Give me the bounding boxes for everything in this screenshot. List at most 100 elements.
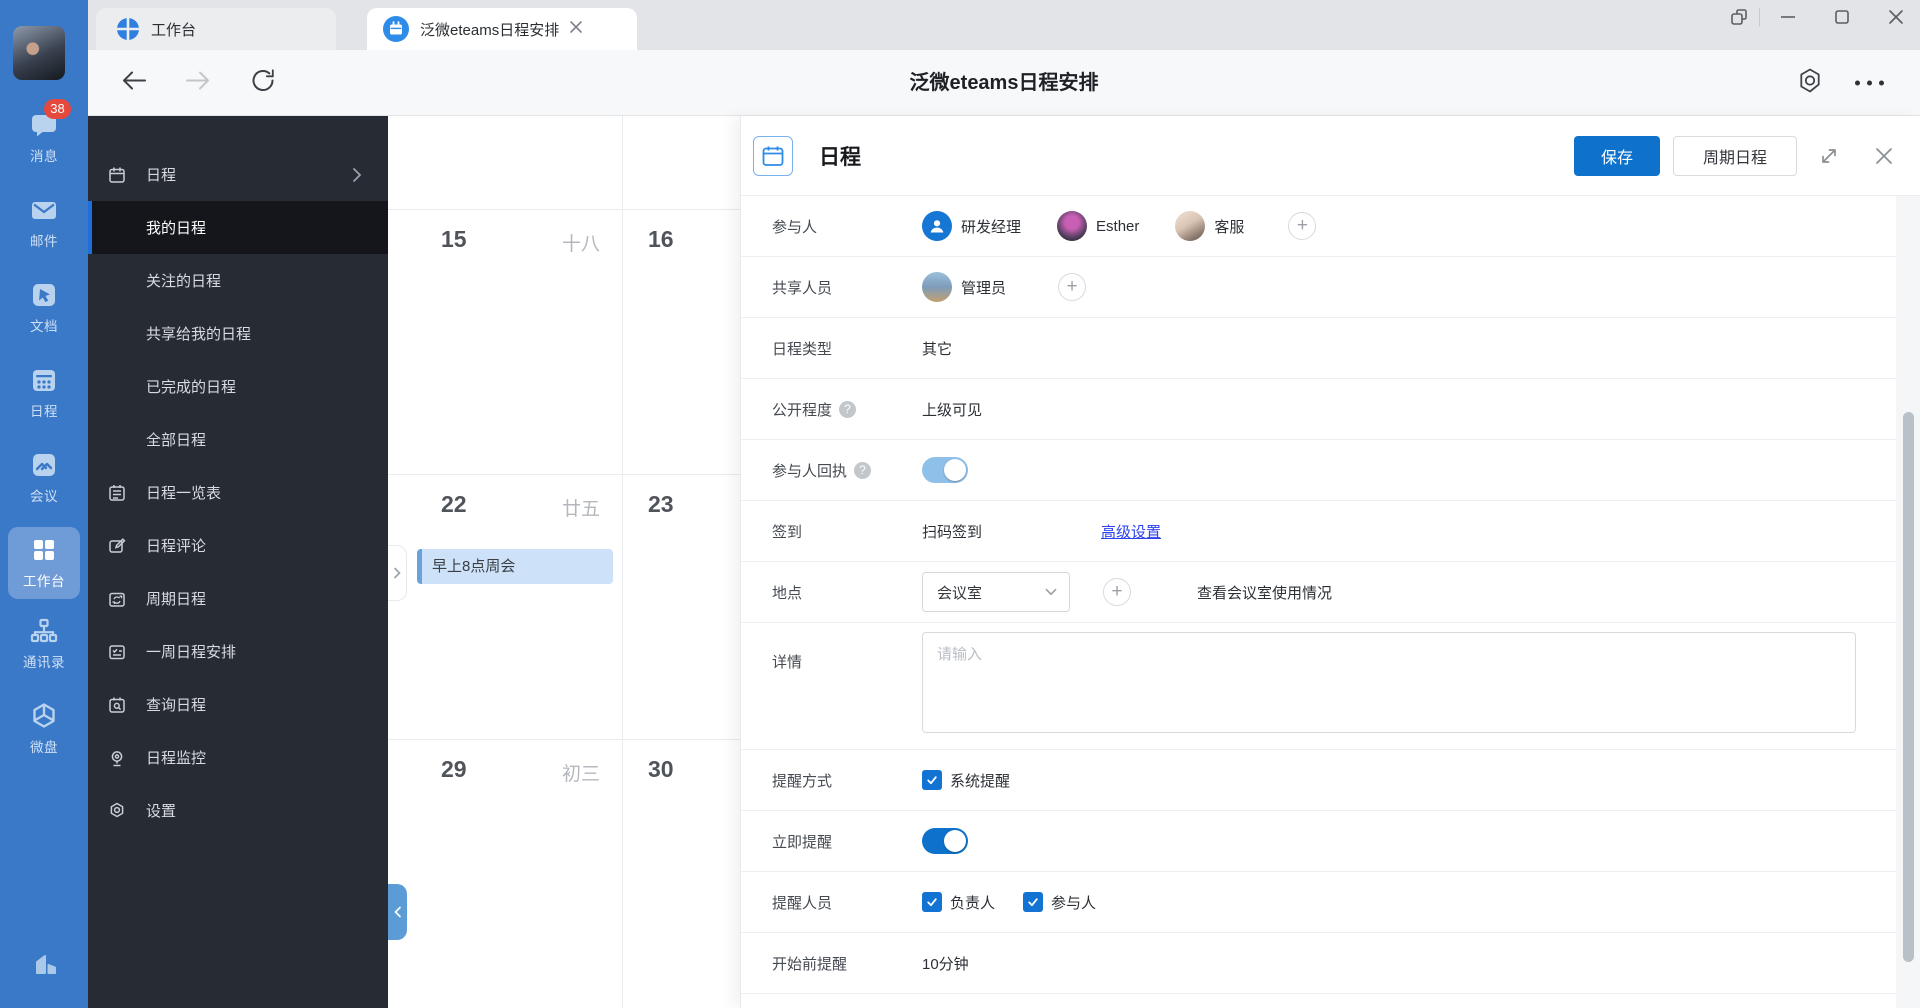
calendar-row[interactable]: 15 十八 16	[388, 210, 740, 475]
sidebar-item-query-schedule[interactable]: 查询日程	[88, 678, 388, 731]
rail-item-drive[interactable]: 微盘	[0, 701, 88, 756]
tab-label: 工作台	[151, 21, 197, 39]
visibility-value[interactable]: 上级可见	[922, 399, 982, 420]
form-row-remind-method: 提醒方式 系统提醒	[741, 750, 1920, 811]
sidebar-item-week-plan[interactable]: 一周日程安排	[88, 625, 388, 678]
org-chart-icon	[29, 616, 59, 646]
field-label: 公开程度	[772, 401, 833, 419]
sidebar-item-schedule-monitor[interactable]: 日程监控	[88, 731, 388, 784]
maximize-icon[interactable]	[1828, 3, 1856, 31]
popout-window-icon[interactable]	[1725, 3, 1753, 31]
form-row-remind-now: 立即提醒	[741, 811, 1920, 872]
details-input[interactable]	[922, 632, 1856, 733]
rail-item-mail[interactable]: 邮件	[0, 195, 88, 250]
owner-checkbox[interactable]: 负责人	[922, 892, 995, 913]
sidebar-item-settings[interactable]: 设置	[88, 784, 388, 837]
field-label: 地点	[772, 584, 803, 602]
sidebar-item-recurring-schedule[interactable]: 周期日程	[88, 572, 388, 625]
participant-chip[interactable]: Esther	[1057, 211, 1139, 241]
meeting-room-usage-link[interactable]: 查看会议室使用情况	[1197, 582, 1332, 603]
participant-name: 研发经理	[961, 218, 1022, 236]
shared-person-chip[interactable]: 管理员	[922, 272, 1006, 302]
add-shared-person-button[interactable]: +	[1058, 273, 1087, 301]
settings-gear-icon[interactable]	[1796, 66, 1824, 99]
schedule-type-value[interactable]: 其它	[922, 338, 952, 359]
add-participant-button[interactable]: +	[1288, 212, 1317, 240]
close-panel-icon[interactable]	[1868, 140, 1900, 172]
rail-label: 消息	[30, 149, 58, 164]
remind-now-toggle[interactable]	[922, 828, 968, 854]
sidebar-item-label: 一周日程安排	[146, 644, 237, 661]
location-select[interactable]: 会议室	[922, 572, 1070, 612]
tab-workbench[interactable]: 工作台	[96, 8, 336, 50]
toggle-knob	[944, 459, 966, 481]
rail-label: 文档	[30, 319, 58, 334]
sidebar-expand-handle[interactable]	[388, 545, 407, 601]
expand-panel-icon[interactable]	[1813, 140, 1845, 172]
tab-close-icon[interactable]	[569, 20, 583, 39]
participant-chip[interactable]: 研发经理	[922, 211, 1021, 241]
system-remind-checkbox[interactable]: 系统提醒	[922, 770, 1010, 791]
advanced-settings-link[interactable]: 高级设置	[1101, 521, 1161, 542]
recurring-schedule-button[interactable]: 周期日程	[1673, 135, 1797, 176]
rail-item-schedule[interactable]: 日程	[0, 365, 88, 420]
sidebar-item-label: 全部日程	[146, 432, 207, 449]
checkin-value[interactable]: 扫码签到	[922, 521, 1101, 542]
calendar-row[interactable]	[388, 116, 740, 210]
rail-label: 邮件	[30, 234, 58, 249]
close-window-icon[interactable]	[1882, 3, 1910, 31]
sidebar-item-followed-schedule[interactable]: 关注的日程	[88, 254, 388, 307]
sidebar-item-all-schedule[interactable]: 全部日程	[88, 413, 388, 466]
sidebar-item-label: 日程一览表	[146, 485, 222, 502]
app-rail: 消息 38 邮件 文档 日程 会议 工作台 通讯录 微盘	[0, 0, 88, 1008]
cube-drive-icon	[29, 701, 59, 731]
calendar-collapse-handle[interactable]	[388, 884, 407, 940]
panel-scrollbar-thumb[interactable]	[1903, 412, 1914, 962]
month-calendar: 15 十八 16 22 廿五 23 早上8点周会 29 初三 30	[388, 116, 740, 1008]
sidebar-item-my-schedule[interactable]: 我的日程	[88, 201, 388, 254]
sidebar-item-schedule-root[interactable]: 日程	[88, 148, 388, 201]
participant-checkbox[interactable]: 参与人	[1023, 892, 1096, 913]
field-label: 日程类型	[772, 340, 833, 358]
rail-item-workbench[interactable]: 工作台	[0, 535, 88, 590]
sidebar-item-shared-to-me[interactable]: 共享给我的日程	[88, 307, 388, 360]
receipt-toggle[interactable]	[922, 457, 968, 483]
calendar-row[interactable]: 29 初三 30	[388, 740, 740, 1008]
calendar-day: 29	[441, 756, 467, 782]
rail-label: 会议	[30, 489, 58, 504]
more-menu-icon[interactable]	[1855, 80, 1884, 85]
edit-note-icon	[108, 537, 130, 555]
chevron-down-icon	[1045, 588, 1057, 596]
field-label: 详情	[772, 654, 803, 671]
sidebar-item-label: 周期日程	[146, 591, 207, 608]
sidebar-item-completed[interactable]: 已完成的日程	[88, 360, 388, 413]
field-label: 开始前提醒	[772, 955, 848, 973]
help-question-icon[interactable]: ?	[854, 461, 872, 479]
rail-item-docs[interactable]: 文档	[0, 280, 88, 335]
participant-chip[interactable]: 客服	[1175, 211, 1244, 241]
user-avatar[interactable]	[13, 26, 65, 80]
sidebar-item-schedule-comments[interactable]: 日程评论	[88, 519, 388, 572]
tab-schedule-app[interactable]: 泛微eteams日程安排	[367, 8, 637, 50]
panel-scrollbar-track[interactable]	[1896, 196, 1920, 1008]
rail-item-messages[interactable]: 消息	[0, 110, 88, 165]
repeat-calendar-icon	[108, 590, 130, 608]
sidebar-item-schedule-overview[interactable]: 日程一览表	[88, 466, 388, 519]
form-row-checkin: 签到 扫码签到 高级设置	[741, 501, 1920, 562]
rail-item-meeting[interactable]: 会议	[0, 450, 88, 505]
add-location-button[interactable]: +	[1103, 578, 1131, 606]
sidebar-item-label: 已完成的日程	[146, 379, 237, 396]
chevron-right-icon[interactable]	[352, 167, 362, 183]
sidebar-item-label: 日程评论	[146, 538, 207, 555]
schedule-app-icon	[383, 16, 409, 42]
rail-item-contacts[interactable]: 通讯录	[0, 616, 88, 671]
unread-badge: 38	[44, 99, 71, 119]
save-button[interactable]: 保存	[1574, 135, 1660, 176]
help-question-icon[interactable]: ?	[839, 400, 857, 418]
minimize-icon[interactable]	[1774, 3, 1802, 31]
form-row-shared-people: 共享人员 管理员 +	[741, 257, 1920, 318]
sidebar-item-label: 日程	[146, 167, 177, 184]
remind-before-value[interactable]: 10分钟	[922, 953, 969, 974]
calendar-row[interactable]: 22 廿五 23 早上8点周会	[388, 475, 740, 740]
calendar-event[interactable]: 早上8点周会	[417, 549, 613, 584]
